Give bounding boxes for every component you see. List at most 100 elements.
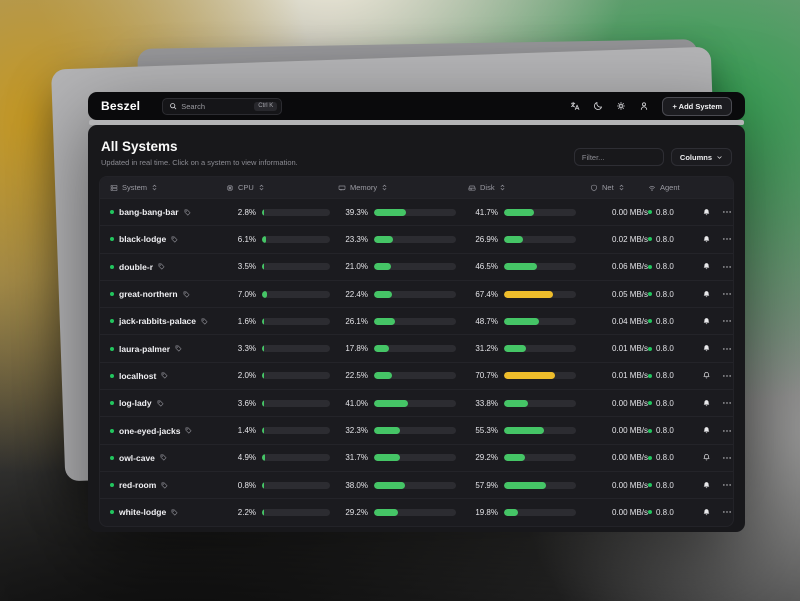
disk-meter	[504, 427, 576, 434]
cpu-cell: 1.4%	[226, 426, 338, 435]
alerts-bell-button[interactable]	[702, 508, 711, 517]
table-row[interactable]: one-eyed-jacks 1.4% 32.3% 55.3% 0.00 MB/…	[100, 416, 733, 443]
alerts-bell-button[interactable]	[702, 426, 711, 435]
disk-meter	[504, 372, 576, 379]
cpu-value: 3.5%	[226, 262, 256, 271]
table-row[interactable]: laura-palmer 3.3% 17.8% 31.2% 0.01 MB/s …	[100, 334, 733, 361]
page-subtitle: Updated in real time. Click on a system …	[101, 158, 298, 167]
sort-icon	[381, 184, 388, 191]
column-header-system[interactable]: System	[110, 183, 226, 192]
agent-version: 0.8.0	[656, 290, 674, 299]
column-header-disk[interactable]: Disk	[468, 183, 590, 192]
beszel-logo[interactable]: Beszel	[101, 99, 140, 113]
system-name: bang-bang-bar	[119, 207, 179, 217]
disk-meter	[504, 263, 576, 270]
system-name: one-eyed-jacks	[119, 426, 180, 436]
net-cell: 0.00 MB/s	[590, 208, 648, 217]
system-name: log-lady	[119, 398, 152, 408]
disk-value: 46.5%	[468, 262, 498, 271]
row-menu-button[interactable]	[722, 234, 732, 244]
table-row[interactable]: jack-rabbits-palace 1.6% 26.1% 48.7% 0.0…	[100, 307, 733, 334]
cpu-cell: 0.8%	[226, 481, 338, 490]
row-menu-button[interactable]	[722, 426, 732, 436]
row-menu-button[interactable]	[722, 398, 732, 408]
memory-value: 41.0%	[338, 399, 368, 408]
table-row[interactable]: white-lodge 2.2% 29.2% 19.8% 0.00 MB/s 0…	[100, 498, 733, 525]
net-value: 0.00 MB/s	[612, 508, 648, 517]
column-header-net[interactable]: Net	[590, 183, 648, 192]
memory-cell: 22.4%	[338, 290, 468, 299]
net-value: 0.05 MB/s	[612, 290, 648, 299]
table-row[interactable]: double-r 3.5% 21.0% 46.5% 0.06 MB/s 0.8.…	[100, 253, 733, 280]
status-dot	[110, 319, 114, 323]
system-name: white-lodge	[119, 507, 166, 517]
row-menu-button[interactable]	[722, 371, 732, 381]
cpu-meter	[262, 263, 330, 270]
cpu-value: 2.0%	[226, 371, 256, 380]
memory-value: 22.5%	[338, 371, 368, 380]
row-menu-button[interactable]	[722, 207, 732, 217]
alerts-bell-button[interactable]	[702, 481, 711, 490]
column-header-memory[interactable]: Memory	[338, 183, 468, 192]
column-label: Memory	[350, 183, 377, 192]
server-icon	[110, 184, 118, 192]
table-header-row: System CPU Memory	[100, 177, 733, 198]
memory-meter	[374, 509, 456, 516]
table-row[interactable]: localhost 2.0% 22.5% 70.7% 0.01 MB/s 0.8…	[100, 362, 733, 389]
agent-version: 0.8.0	[656, 344, 674, 353]
user-icon[interactable]	[639, 101, 649, 111]
disk-meter	[504, 209, 576, 216]
row-menu-button[interactable]	[722, 507, 732, 517]
search-input[interactable]: Search Ctrl K	[162, 98, 282, 115]
column-label: Agent	[660, 183, 680, 192]
agent-cell: 0.8.0	[648, 426, 702, 435]
memory-cell: 32.3%	[338, 426, 468, 435]
row-menu-button[interactable]	[722, 453, 732, 463]
memory-meter	[374, 263, 456, 270]
table-row[interactable]: black-lodge 6.1% 23.3% 26.9% 0.02 MB/s 0…	[100, 225, 733, 252]
table-row[interactable]: great-northern 7.0% 22.4% 67.4% 0.05 MB/…	[100, 280, 733, 307]
table-row[interactable]: log-lady 3.6% 41.0% 33.8% 0.00 MB/s 0.8.…	[100, 389, 733, 416]
search-icon	[169, 102, 177, 110]
row-menu-button[interactable]	[722, 316, 732, 326]
alerts-bell-button[interactable]	[702, 371, 711, 380]
memory-value: 26.1%	[338, 317, 368, 326]
filter-input[interactable]	[574, 148, 664, 166]
agent-version: 0.8.0	[656, 508, 674, 517]
table-row[interactable]: owl-cave 4.9% 31.7% 29.2% 0.00 MB/s 0.8.…	[100, 444, 733, 471]
column-header-cpu[interactable]: CPU	[226, 183, 338, 192]
table-row[interactable]: red-room 0.8% 38.0% 57.9% 0.00 MB/s 0.8.…	[100, 471, 733, 498]
language-icon[interactable]	[570, 101, 580, 111]
alerts-bell-button[interactable]	[702, 399, 711, 408]
agent-status-dot	[648, 292, 652, 296]
table-row[interactable]: bang-bang-bar 2.8% 39.3% 41.7% 0.00 MB/s…	[100, 198, 733, 225]
column-header-agent[interactable]: Agent	[648, 183, 702, 192]
alerts-bell-button[interactable]	[702, 317, 711, 326]
agent-status-dot	[648, 401, 652, 405]
memory-value: 31.7%	[338, 453, 368, 462]
memory-value: 22.4%	[338, 290, 368, 299]
cpu-meter	[262, 291, 330, 298]
disk-meter	[504, 318, 576, 325]
alerts-bell-button[interactable]	[702, 262, 711, 271]
row-menu-button[interactable]	[722, 344, 732, 354]
cpu-cell: 3.5%	[226, 262, 338, 271]
row-menu-button[interactable]	[722, 262, 732, 272]
columns-dropdown-button[interactable]: Columns	[671, 148, 732, 166]
moon-icon[interactable]	[593, 101, 603, 111]
net-value: 0.00 MB/s	[612, 399, 648, 408]
alerts-bell-button[interactable]	[702, 344, 711, 353]
alerts-bell-button[interactable]	[702, 208, 711, 217]
search-shortcut-badge: Ctrl K	[254, 102, 277, 111]
net-cell: 0.00 MB/s	[590, 399, 648, 408]
row-menu-button[interactable]	[722, 289, 732, 299]
alerts-bell-button[interactable]	[702, 235, 711, 244]
net-cell: 0.04 MB/s	[590, 317, 648, 326]
settings-icon[interactable]	[616, 101, 626, 111]
alerts-bell-button[interactable]	[702, 290, 711, 299]
add-system-button[interactable]: + Add System	[662, 97, 732, 116]
row-menu-button[interactable]	[722, 480, 732, 490]
alerts-bell-button[interactable]	[702, 453, 711, 462]
net-value: 0.01 MB/s	[612, 344, 648, 353]
memory-meter	[374, 236, 456, 243]
